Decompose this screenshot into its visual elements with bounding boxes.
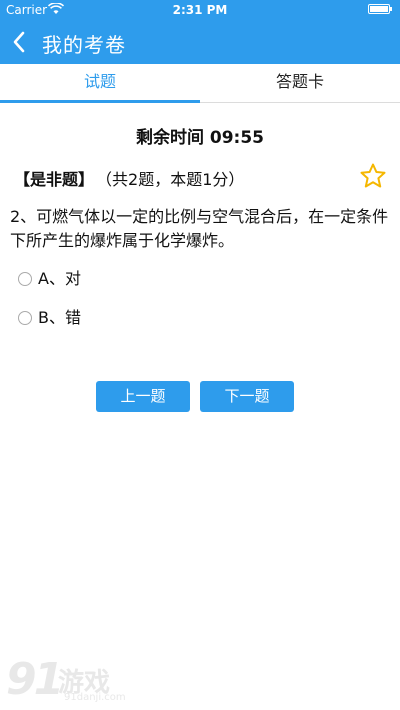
question-type-label: 【是非题】 <box>14 170 95 189</box>
page-title: 我的考卷 <box>42 33 126 57</box>
tab-bar: 试题 答题卡 <box>0 64 400 103</box>
option-a-label: A、对 <box>38 269 81 288</box>
star-icon[interactable] <box>359 162 387 190</box>
option-a[interactable]: A、对 <box>18 267 81 291</box>
radio-icon[interactable] <box>18 272 32 286</box>
chevron-left-icon[interactable] <box>12 31 26 53</box>
nav-bar: 我的考卷 <box>0 20 400 64</box>
battery-icon <box>368 4 392 14</box>
clock: 2:31 PM <box>172 3 228 17</box>
remaining-time: 剩余时间 09:55 <box>135 128 265 148</box>
tab-answer-card-label: 答题卡 <box>275 72 324 91</box>
tab-questions-label: 试题 <box>83 72 116 91</box>
option-b-label: B、错 <box>38 308 81 327</box>
next-question-button[interactable]: 下一题 <box>200 381 294 412</box>
question-meta: （共2题，本题1分） <box>104 170 245 189</box>
tab-questions[interactable]: 试题 <box>0 64 200 103</box>
option-b[interactable]: B、错 <box>18 306 81 330</box>
status-bar: Carrier 2:31 PM <box>0 0 400 20</box>
question-text: 2、可燃气体以一定的比例与空气混合后，在一定条件下所产生的爆炸属于化学爆炸。 <box>10 207 389 250</box>
watermark-number: 91 <box>6 654 64 705</box>
active-tab-indicator <box>0 100 200 103</box>
previous-question-button[interactable]: 上一题 <box>96 381 190 412</box>
watermark-logo: 91 游戏 91danji.com <box>6 654 136 706</box>
tab-answer-card[interactable]: 答题卡 <box>200 64 400 102</box>
question-type-header: 【是非题】 （共2题，本题1分） <box>14 166 244 190</box>
watermark-url: 91danji.com <box>64 692 126 703</box>
radio-icon[interactable] <box>18 311 32 325</box>
